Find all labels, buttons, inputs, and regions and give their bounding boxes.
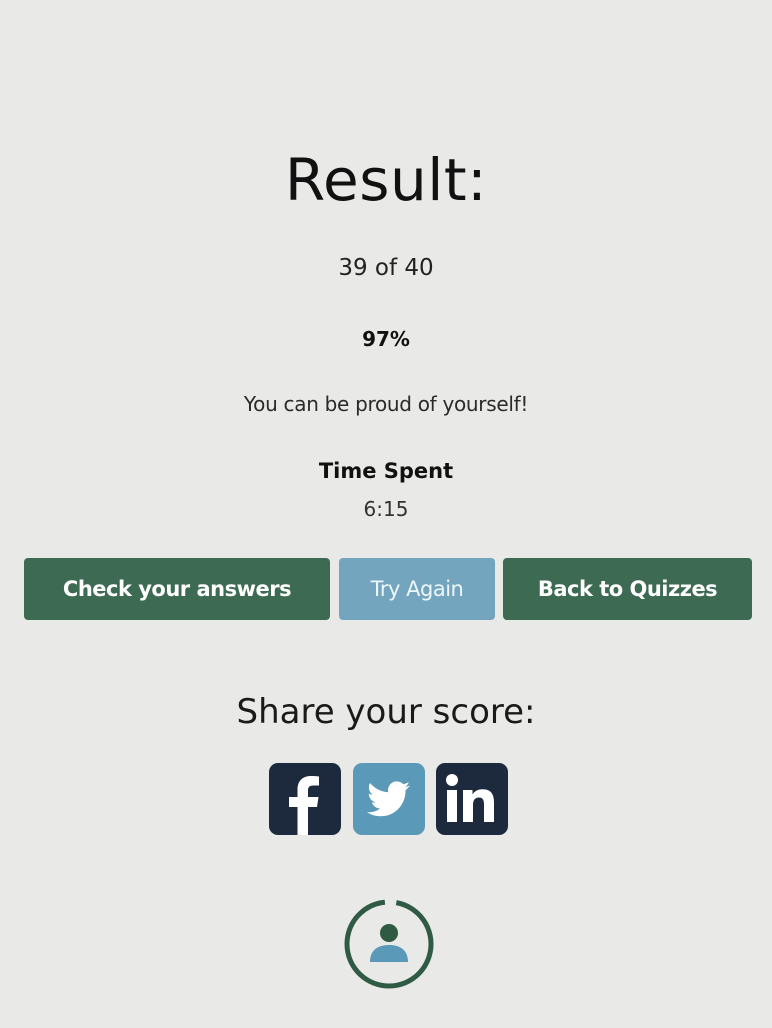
time-spent-label: Time Spent <box>318 459 454 483</box>
check-answers-button[interactable]: Check your answers <box>24 558 330 620</box>
try-again-button[interactable]: Try Again <box>339 558 495 620</box>
share-title: Share your score: <box>236 692 536 732</box>
result-title: Result: <box>284 146 488 214</box>
result-page: Result: 39 of 40 97% You can be proud of… <box>0 0 772 1028</box>
score-text: 39 of 40 <box>338 255 434 281</box>
score-percent: 97% <box>362 327 410 351</box>
twitter-icon[interactable] <box>353 763 425 835</box>
facebook-icon[interactable] <box>269 763 341 835</box>
result-message: You can be proud of yourself! <box>243 392 529 416</box>
user-avatar-icon[interactable] <box>343 898 435 990</box>
back-to-quizzes-button[interactable]: Back to Quizzes <box>503 558 752 620</box>
linkedin-icon[interactable] <box>436 763 508 835</box>
time-spent-value: 6:15 <box>363 497 409 521</box>
